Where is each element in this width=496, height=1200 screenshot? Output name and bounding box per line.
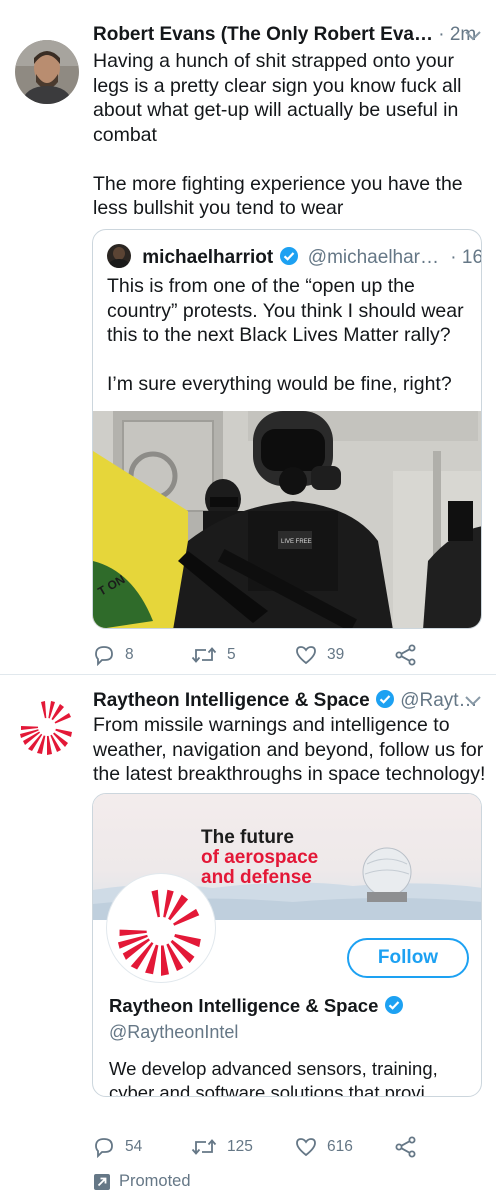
like-action[interactable]: 616 — [295, 1135, 353, 1159]
share-action[interactable] — [395, 643, 427, 667]
quote-author-name[interactable]: michaelharriot — [142, 247, 273, 268]
tweet-header: Raytheon Intelligence & Space @Rayt… — [93, 689, 478, 712]
follow-button[interactable]: Follow — [347, 938, 469, 978]
heart-icon — [296, 1138, 316, 1157]
retweet-icon — [191, 1139, 217, 1155]
tweet-actions: 8 5 39 — [93, 643, 473, 667]
tweet-raytheon-promoted[interactable]: Raytheon Intelligence & Space @Rayt… Fro… — [0, 675, 496, 1200]
verified-badge-icon — [279, 247, 298, 265]
banner-headline: The future of aerospace and defense — [201, 827, 319, 888]
author-name[interactable]: Robert Evans (The Only Robert Eva… — [93, 24, 433, 45]
promoted-label: Promoted — [119, 1172, 191, 1190]
verified-badge-icon — [375, 690, 394, 708]
tweet-text: From missile warnings and intelligence t… — [93, 714, 486, 785]
raytheon-sunburst-logo — [117, 889, 201, 976]
tweet-header: Robert Evans (The Only Robert Eva… · 2m — [93, 24, 476, 46]
raytheon-sunburst-logo — [20, 701, 72, 755]
verified-badge-icon — [384, 996, 403, 1014]
reply-count: 54 — [125, 1138, 143, 1155]
card-bio: We develop advanced sensors, training, c… — [109, 1058, 444, 1097]
retweet-count: 5 — [227, 646, 236, 663]
quoted-tweet[interactable]: michaelharriot @michaelhar… · 16h This i… — [92, 229, 482, 629]
promoted-label-row: Promoted — [93, 1172, 191, 1191]
share-action[interactable] — [395, 1135, 427, 1159]
quoted-tweet-text: This is from one of the “open up the cou… — [107, 275, 464, 395]
author-name[interactable]: Raytheon Intelligence & Space — [93, 690, 370, 711]
card-account-name[interactable]: Raytheon Intelligence & Space — [109, 995, 378, 1016]
reply-action[interactable]: 54 — [93, 1135, 142, 1159]
reply-icon — [95, 1138, 113, 1158]
photo-vest-patch: LIVE FREE — [281, 539, 312, 545]
card-account-name-row: Raytheon Intelligence & Space — [109, 995, 404, 1017]
tweet-text: Having a hunch of shit strapped onto you… — [93, 50, 463, 219]
heart-icon — [296, 646, 316, 665]
like-action[interactable]: 39 — [295, 643, 344, 667]
retweet-count: 125 — [227, 1138, 253, 1155]
card-account-handle[interactable]: @RaytheonIntel — [109, 1022, 238, 1043]
quoted-tweet-photo[interactable]: T ON LIVE FREE — [93, 411, 481, 628]
retweet-action[interactable]: 5 — [191, 643, 236, 667]
like-count: 616 — [327, 1138, 353, 1155]
share-icon — [395, 1136, 416, 1158]
retweet-action[interactable]: 125 — [191, 1135, 253, 1159]
card-profile-logo[interactable] — [107, 874, 215, 982]
share-icon — [395, 644, 416, 666]
quote-avatar — [107, 244, 131, 268]
chevron-down-icon[interactable] — [464, 695, 482, 707]
raytheon-logo-avatar[interactable] — [15, 693, 79, 757]
reply-count: 8 — [125, 646, 134, 663]
reply-action[interactable]: 8 — [93, 643, 134, 667]
quote-time[interactable]: · 16h — [450, 247, 481, 268]
quote-handle[interactable]: @michaelhar… — [308, 247, 439, 268]
reply-icon — [95, 646, 113, 666]
like-count: 39 — [327, 646, 345, 663]
chevron-down-icon[interactable] — [464, 30, 482, 42]
retweet-icon — [191, 647, 217, 663]
promoted-icon — [94, 1173, 110, 1190]
tweet-actions: 54 125 616 — [93, 1135, 473, 1159]
author-avatar[interactable] — [15, 40, 79, 104]
quoted-tweet-header: michaelharriot @michaelhar… · 16h — [107, 244, 481, 269]
tweet-robert-evans[interactable]: Robert Evans (The Only Robert Eva… · 2m … — [0, 0, 496, 674]
account-card[interactable]: The future of aerospace and defense Foll… — [92, 793, 482, 1097]
